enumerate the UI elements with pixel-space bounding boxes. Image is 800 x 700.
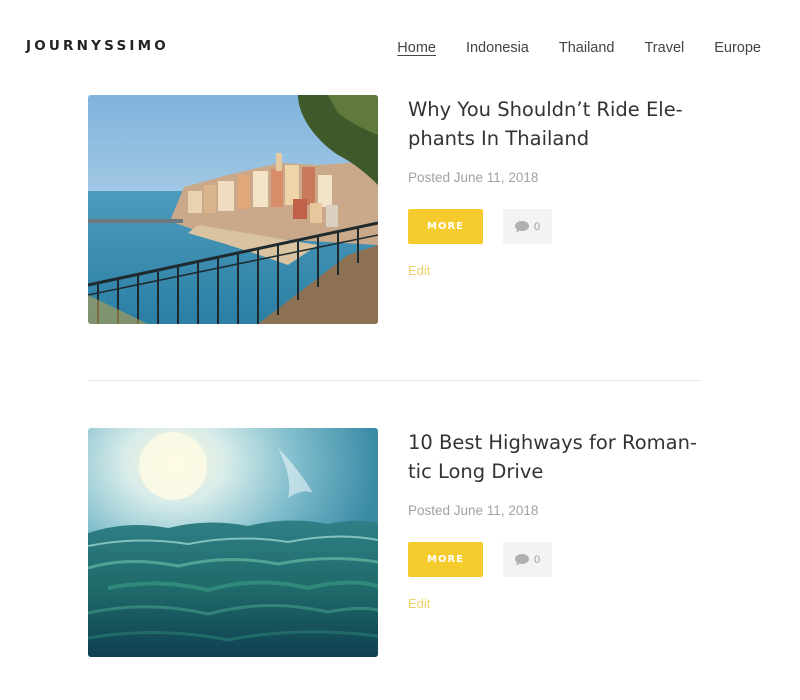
comment-count: 0 [533, 220, 541, 233]
nav-item-indonesia[interactable]: Indonesia [466, 40, 529, 56]
more-button[interactable]: MORE [408, 209, 483, 244]
comment-icon [514, 553, 529, 565]
post-divider [88, 380, 700, 381]
nav-item-home[interactable]: Home [397, 40, 436, 56]
post-body: 10 Best Highways for Roman- tic Long Dri… [408, 428, 700, 611]
comments-button[interactable]: 0 [503, 542, 552, 577]
post-card: 10 Best Highways for Roman- tic Long Dri… [88, 428, 700, 658]
post-title[interactable]: Why You Shouldn’t Ride Ele- phants In Th… [408, 95, 700, 153]
post-title[interactable]: 10 Best Highways for Roman- tic Long Dri… [408, 428, 700, 486]
coastal-village-icon [88, 95, 378, 324]
comment-icon [514, 220, 529, 232]
site-logo[interactable]: JOURNYSSIMO [26, 38, 169, 54]
main-nav: Home Indonesia Thailand Travel Europe [397, 40, 761, 56]
nav-item-thailand[interactable]: Thailand [559, 40, 615, 56]
edit-link[interactable]: Edit [408, 263, 430, 278]
post-date: Posted June 11, 2018 [408, 503, 539, 518]
nav-item-europe[interactable]: Europe [714, 40, 761, 56]
more-button[interactable]: MORE [408, 542, 483, 577]
post-body: Why You Shouldn’t Ride Ele- phants In Th… [408, 95, 700, 278]
comment-count: 0 [533, 553, 541, 566]
nav-item-travel[interactable]: Travel [644, 40, 684, 56]
comments-button[interactable]: 0 [503, 209, 552, 244]
ocean-wave-icon [88, 428, 378, 657]
post-thumbnail[interactable] [88, 95, 378, 324]
edit-link[interactable]: Edit [408, 596, 430, 611]
post-thumbnail[interactable] [88, 428, 378, 657]
post-card: Why You Shouldn’t Ride Ele- phants In Th… [88, 95, 700, 325]
post-date: Posted June 11, 2018 [408, 170, 539, 185]
